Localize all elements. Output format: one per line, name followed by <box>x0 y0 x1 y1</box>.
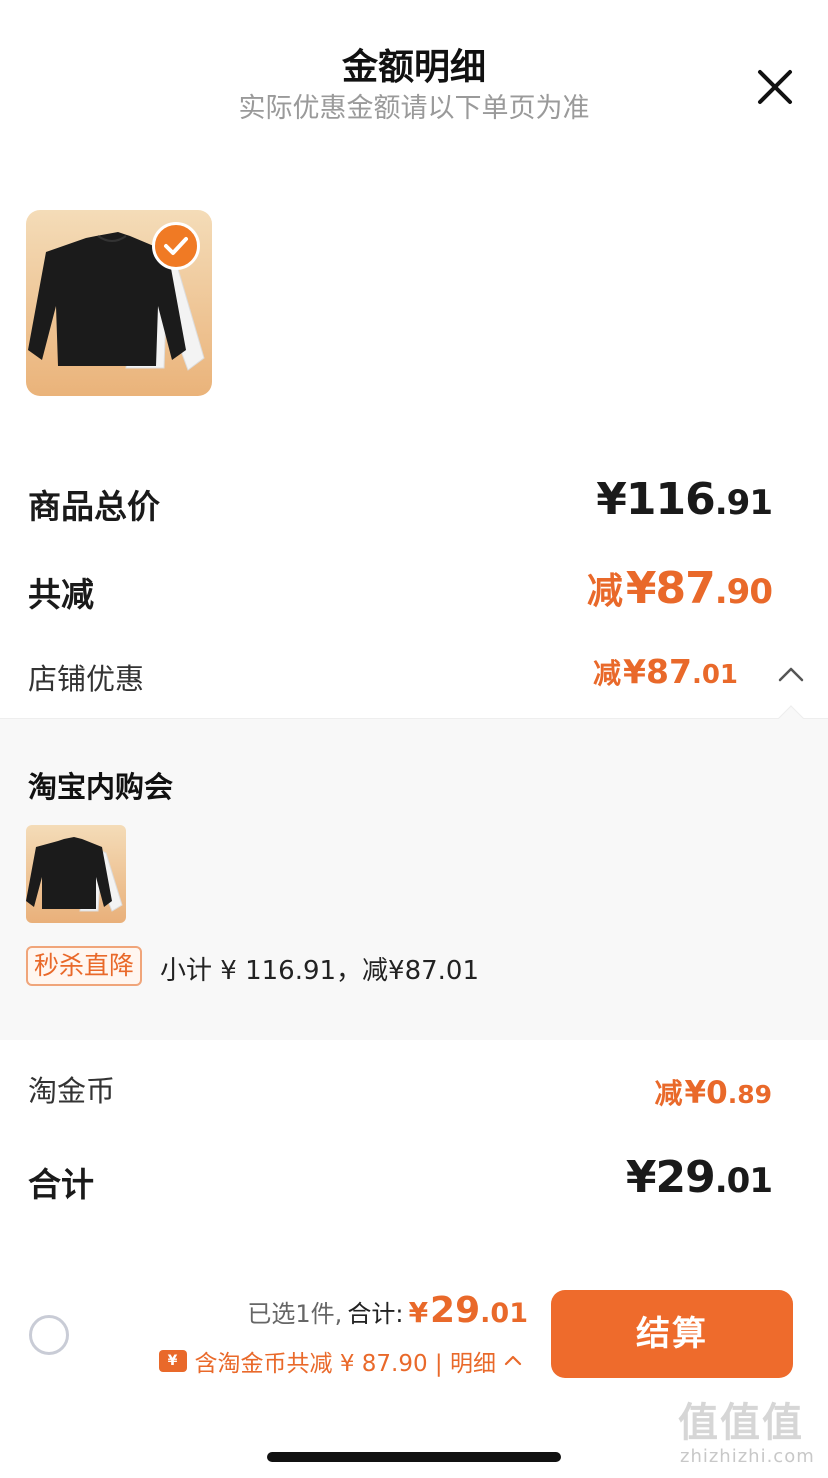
shop-int: 87 <box>646 652 692 691</box>
grand-total-label: 合计 <box>28 1165 94 1204</box>
goods-total-value: ¥116.91 <box>596 474 773 525</box>
watermark: 值值值 zhizhizhi.com <box>674 1390 824 1474</box>
coin-prefix: 减 <box>654 1077 683 1110</box>
collapse-toggle[interactable] <box>776 660 806 690</box>
total-reduction-row: 共减 减¥87.90 <box>28 562 773 622</box>
goods-total-cents: .91 <box>714 483 773 523</box>
home-indicator[interactable] <box>267 1452 561 1462</box>
bottom-total-summary: 已选1件, 合计: ¥29.01 <box>247 1290 528 1331</box>
promo-subtotal-text: 小计 ¥ 116.91，减¥87.01 <box>160 956 480 986</box>
coin-icon: ¥ <box>158 1350 187 1372</box>
chevron-up-icon <box>504 1355 522 1366</box>
shop-cents: .01 <box>691 660 738 690</box>
total-reduction-value: 减¥87.90 <box>586 562 773 614</box>
reduce-int: 87 <box>655 563 716 614</box>
coin-cents: .89 <box>727 1080 772 1109</box>
page-title: 金额明细 <box>341 47 486 88</box>
chevron-up-icon <box>778 667 804 682</box>
currency-symbol: ¥ <box>625 1152 657 1203</box>
bottom-amount-cents: .01 <box>480 1298 528 1329</box>
sweater-image <box>26 837 123 912</box>
total-reduction-label: 共减 <box>28 575 94 614</box>
checkout-button[interactable]: 结算 <box>551 1290 793 1378</box>
shop-discount-label: 店铺优惠 <box>28 662 145 696</box>
shop-name: 淘宝内购会 <box>28 770 174 804</box>
shop-discount-row[interactable]: 店铺优惠 减¥87.01 <box>28 652 772 702</box>
grand-total-row: 合计 ¥29.01 <box>28 1152 773 1212</box>
coin-int: 0 <box>706 1075 728 1111</box>
selected-count: 已选1件, <box>247 1300 343 1328</box>
select-all-radio[interactable] <box>29 1315 69 1355</box>
sum-int: 29 <box>655 1152 716 1203</box>
bottom-amount-int: 29 <box>430 1290 481 1331</box>
flash-sale-tag: 秒杀直降 <box>26 946 143 986</box>
bottom-total-label: 合计: <box>347 1300 404 1328</box>
amount-detail-sheet: 金额明细 实际优惠金额请以下单页为准 商品总价 ¥116.91 共减 减¥87.… <box>0 0 828 1478</box>
currency-symbol: ¥ <box>623 652 646 691</box>
goods-total-int: 116 <box>625 474 716 525</box>
goods-total-row: 商品总价 ¥116.91 <box>28 474 773 534</box>
page-subtitle: 实际优惠金额请以下单页为准 <box>238 93 590 124</box>
sum-cents: .01 <box>714 1161 773 1201</box>
shop-prefix: 减 <box>593 657 622 690</box>
close-icon <box>758 70 792 104</box>
coin-value: 减¥0.89 <box>655 1072 772 1112</box>
shop-discount-value: 减¥87.01 <box>593 652 738 692</box>
selected-check[interactable] <box>152 222 200 270</box>
reduce-prefix: 减 <box>586 571 623 612</box>
watermark-logo: 值值值 <box>678 1400 804 1446</box>
coin-discount-row: 淘金币 减¥0.89 <box>28 1066 772 1116</box>
goods-total-label: 商品总价 <box>28 487 160 526</box>
check-icon <box>164 237 188 255</box>
product-thumbnail[interactable] <box>26 825 126 923</box>
coin-discount-detail-link[interactable]: ¥ 含淘金币共减 ¥ 87.90 | 明细 <box>158 1344 524 1378</box>
currency-symbol: ¥ <box>625 563 657 614</box>
coin-label: 淘金币 <box>28 1074 116 1108</box>
discount-detail-text: 含淘金币共减 ¥ 87.90 | 明细 <box>194 1351 496 1377</box>
currency-symbol: ¥ <box>684 1075 707 1111</box>
header: 金额明细 实际优惠金额请以下单页为准 <box>0 0 828 140</box>
currency-symbol: ¥ <box>408 1296 429 1329</box>
watermark-url: zhizhizhi.com <box>680 1446 815 1467</box>
bottom-total-amount: 29.01 <box>430 1290 528 1331</box>
reduce-cents: .90 <box>714 572 773 612</box>
close-button[interactable] <box>750 62 800 112</box>
currency-symbol: ¥ <box>596 474 627 525</box>
grand-total-value: ¥29.01 <box>625 1152 773 1203</box>
